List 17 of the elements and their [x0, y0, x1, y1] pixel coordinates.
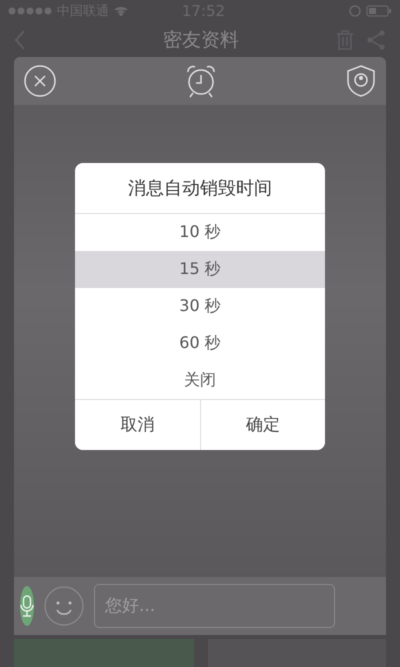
page-title: 密友资料 [162, 28, 240, 52]
wifi-icon [114, 6, 128, 16]
microphone-button[interactable] [20, 586, 34, 626]
picker-option[interactable]: 60 秒 [75, 324, 325, 362]
picker-option[interactable]: 30 秒 [75, 288, 325, 324]
shield-icon[interactable] [346, 65, 376, 97]
smiley-icon[interactable] [44, 586, 84, 626]
close-icon[interactable] [24, 65, 56, 97]
picker-option[interactable]: 15 秒 [75, 250, 325, 288]
picker-option[interactable]: 10 秒 [75, 214, 325, 250]
microphone-icon [20, 595, 34, 617]
signal-icon [8, 7, 52, 15]
rotation-lock-icon [349, 5, 361, 17]
dialog-title: 消息自动销毁时间 [75, 162, 325, 214]
picker-option[interactable]: 关闭 [75, 362, 325, 398]
dialog-button[interactable]: 确定 [200, 400, 325, 450]
battery-icon [366, 5, 392, 17]
